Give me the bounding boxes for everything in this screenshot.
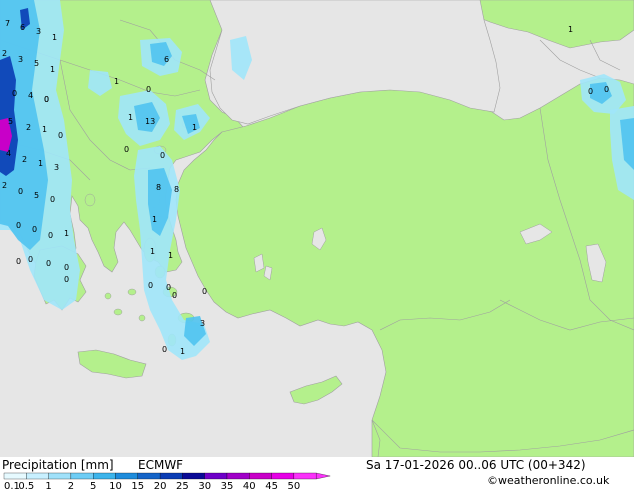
rain-value-label: 8	[156, 183, 161, 192]
rain-value-label: 0	[44, 95, 49, 104]
rain-value-label: 2	[2, 49, 7, 58]
rain-value-label: 0	[162, 345, 167, 354]
legend-label: 45	[265, 481, 278, 490]
rain-value-label: 0	[48, 231, 53, 240]
legend-swatch	[93, 472, 116, 480]
rain-value-label: 0	[50, 195, 55, 204]
rain-value-label: 0	[160, 151, 165, 160]
legend-label: 5	[90, 481, 96, 490]
rain-value-label: 1	[42, 125, 47, 134]
rain-value-label: 2	[22, 155, 27, 164]
map-title: Precipitation [mm]	[2, 458, 114, 472]
rain-value-label: 13	[145, 117, 155, 126]
legend-label: 10	[109, 481, 122, 490]
legend-swatch	[204, 472, 228, 480]
rain-value-label: 0	[588, 87, 593, 96]
rain-value-label: 0	[64, 275, 69, 284]
legend-label: 1	[45, 481, 51, 490]
legend-label: 40	[243, 481, 256, 490]
rain-value-label: 2	[2, 181, 7, 190]
legend-arrow	[316, 472, 331, 480]
rain-value-label: 1	[64, 229, 69, 238]
legend-swatch	[3, 472, 27, 480]
rain-value-label: 0	[58, 131, 63, 140]
rain-value-label: 5	[8, 117, 13, 126]
legend-swatch	[137, 472, 161, 480]
rain-value-label: 1	[168, 251, 173, 260]
legend-label: 2	[68, 481, 74, 490]
rain-value-label: 7	[5, 19, 10, 28]
legend-swatch	[182, 472, 205, 480]
legend-swatch	[26, 472, 49, 480]
model-name: ECMWF	[138, 458, 184, 472]
rain-value-label: 0	[202, 287, 207, 296]
rain-value-label: 2	[26, 123, 31, 132]
rain-value-label: 0	[32, 225, 37, 234]
rain-value-label: 1	[150, 247, 155, 256]
rain-value-label: 0	[124, 145, 129, 154]
rain-value-label: 1	[568, 25, 573, 34]
rain-value-label: 8	[174, 185, 179, 194]
rain-value-label: 0	[64, 263, 69, 272]
rain-value-label: 1	[114, 77, 119, 86]
legend-swatch	[249, 472, 272, 480]
rain-value-label: 0	[16, 257, 21, 266]
rain-value-label: 3	[36, 27, 41, 36]
map-canvas: 7 6 3123 510 4 052 1042 1 320 5 00 00 10 0 06100101310…	[0, 0, 634, 457]
legend-label: 35	[221, 481, 234, 490]
legend-swatch	[70, 472, 94, 480]
rain-value-label: 0	[148, 281, 153, 290]
legend-label: 15	[131, 481, 144, 490]
legend-label: 30	[198, 481, 211, 490]
rain-value-label: 1	[50, 65, 55, 74]
legend-swatch	[226, 472, 250, 480]
rain-value-label: 3	[54, 163, 59, 172]
legend-swatch	[159, 472, 183, 480]
precipitation-legend: 0.10.5 1 2 5 10 15 20 25 30 35 40 45 50	[3, 472, 331, 490]
rain-value-label: 5	[34, 59, 39, 68]
rain-value-label: 0	[46, 259, 51, 268]
precipitation-map: 7 6 3 1 2 3 5 1 0 4 0 5 2 1 0 4 2 1 3 2 0 5 0 0 0 0 1 0 0 0 6 1 0 0 1 0 13 1 0…	[0, 0, 634, 457]
rain-value-label: 1	[38, 159, 43, 168]
forecast-datetime: Sa 17-01-2026 00..06 UTC (00+342)	[366, 458, 586, 472]
legend-label: 25	[176, 481, 189, 490]
rain-value-label: 3	[18, 55, 23, 64]
rain-value-label: 1	[180, 347, 185, 356]
rain-value-label: 4	[28, 91, 33, 100]
rain-value-label: 4	[6, 149, 11, 158]
legend-swatch	[293, 472, 317, 480]
rain-value-label: 0	[16, 221, 21, 230]
rain-value-label: 0	[18, 187, 23, 196]
rain-value-label: 1	[152, 215, 157, 224]
rain-value-label: 0	[28, 255, 33, 264]
legend-label: 20	[154, 481, 167, 490]
rain-value-label: 1	[128, 113, 133, 122]
rain-value-label: 0	[604, 85, 609, 94]
rain-value-label: 0	[172, 291, 177, 300]
rain-value-label: 6	[20, 23, 25, 32]
rain-value-label: 5	[34, 191, 39, 200]
rain-value-label: 3	[200, 319, 205, 328]
rain-value-label: 0	[12, 89, 17, 98]
rain-value-label: 6	[164, 55, 169, 64]
legend-swatch	[271, 472, 295, 480]
credit-link[interactable]: ©weatheronline.co.uk	[487, 474, 609, 488]
rain-value-label: 1	[52, 33, 57, 42]
rain-value-label: 0	[146, 85, 151, 94]
rain-value-label: 1	[192, 123, 197, 132]
legend-label: 0.5	[18, 481, 34, 490]
legend-label: 50	[288, 481, 301, 490]
rain-value-label: 0	[166, 283, 171, 292]
legend-swatch	[115, 472, 138, 480]
legend-swatch	[48, 472, 72, 480]
